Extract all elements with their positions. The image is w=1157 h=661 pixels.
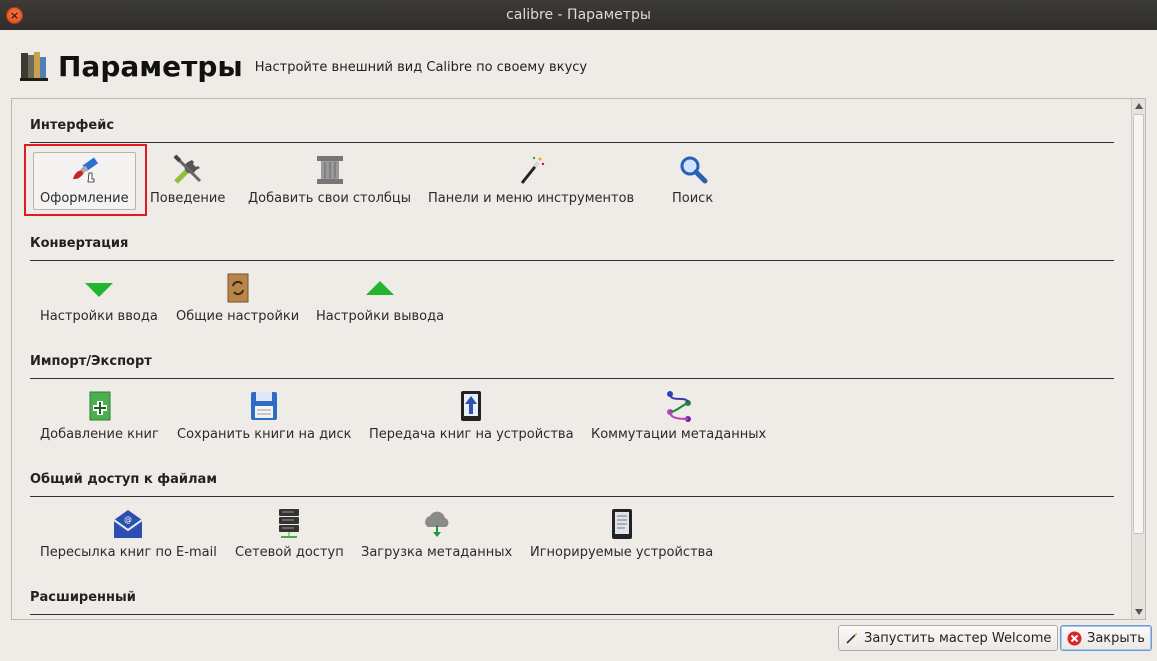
page-header: Параметры Настройте внешний вид Calibre …	[18, 46, 587, 86]
pref-label: Настройки вывода	[316, 309, 445, 324]
save-disk-icon	[251, 392, 278, 420]
scroll-up-arrow-icon[interactable]	[1135, 103, 1143, 109]
pref-label: Сетевой доступ	[235, 545, 344, 560]
pref-label: Поиск	[672, 191, 714, 206]
pref-label: Поведение	[150, 191, 226, 206]
close-label: Закрыть	[1087, 630, 1145, 646]
wand-icon	[846, 633, 857, 644]
section-conversion: Конвертация Настройки ввода Общие настро…	[30, 236, 1114, 351]
section-title: Расширенный	[30, 590, 136, 605]
section-title: Импорт/Экспорт	[30, 354, 152, 369]
tools-icon	[173, 154, 201, 184]
welcome-wizard-button[interactable]: Запустить мастер Welcome	[838, 625, 1059, 651]
page-subtitle: Настройте внешний вид Calibre по своему …	[254, 59, 588, 75]
pref-sending-to-device[interactable]: Передача книг на устройства	[369, 389, 574, 449]
window-title: calibre - Параметры	[506, 7, 651, 23]
pref-behavior[interactable]: Поведение	[150, 153, 225, 213]
pref-label: Панели и меню инструментов	[428, 191, 635, 206]
close-button[interactable]: Закрыть	[1060, 625, 1152, 651]
arrow-up-icon	[366, 281, 395, 295]
window-titlebar: × calibre - Параметры	[0, 0, 1157, 30]
page-title: Параметры	[58, 49, 243, 83]
section-sharing: Общий доступ к файлам @ Пересылка книг п…	[30, 472, 1114, 587]
server-icon	[279, 509, 300, 538]
pref-label: Загрузка метаданных	[361, 545, 513, 560]
reader-device-icon	[611, 509, 632, 539]
pref-search[interactable]: Поиск	[672, 153, 713, 213]
pref-ignored-devices[interactable]: Игнорируемые устройства	[530, 507, 713, 567]
wand-icon	[520, 156, 545, 184]
pref-label: Добавить свои столбцы	[248, 191, 412, 206]
pref-adding-books[interactable]: Добавление книг	[40, 389, 159, 449]
device-upload-icon	[461, 391, 482, 421]
section-divider	[30, 614, 1114, 615]
pref-label: Пересылка книг по E-mail	[40, 545, 217, 560]
preferences-panel: Интерфейс Оформление Поведение Добавить …	[11, 98, 1146, 620]
welcome-wizard-label: Запустить мастер Welcome	[864, 630, 1052, 646]
pref-custom-columns[interactable]: Добавить свои столбцы	[248, 153, 411, 213]
pref-label: Игнорируемые устройства	[530, 545, 714, 560]
scroll-down-arrow-icon[interactable]	[1135, 609, 1143, 615]
convert-book-icon	[227, 273, 249, 303]
column-icon	[316, 156, 343, 184]
pref-toolbars[interactable]: Панели и меню инструментов	[428, 153, 634, 213]
plugboard-icon	[666, 391, 691, 422]
pref-label: Коммутации метаданных	[591, 427, 767, 442]
svg-text:@: @	[124, 515, 132, 524]
pref-label: Добавление книг	[40, 427, 159, 442]
section-title: Общий доступ к файлам	[30, 472, 217, 487]
selection-highlight-box	[24, 144, 147, 216]
section-title: Интерфейс	[30, 118, 115, 133]
pref-label: Передача книг на устройства	[369, 427, 574, 442]
section-import-export: Импорт/Экспорт Добавление книг Сохранить…	[30, 354, 1114, 469]
pref-email[interactable]: @ Пересылка книг по E-mail	[40, 507, 217, 567]
pref-label: Общие настройки	[176, 309, 300, 324]
pref-metadata-download[interactable]: Загрузка метаданных	[361, 507, 512, 567]
mail-icon: @	[113, 510, 143, 538]
arrow-down-icon	[84, 283, 113, 297]
section-title: Конвертация	[30, 236, 129, 251]
pref-label: Сохранить книги на диск	[177, 427, 352, 442]
pref-metadata-plugboards[interactable]: Коммутации метаданных	[591, 389, 766, 449]
cloud-download-icon	[424, 511, 448, 537]
add-book-icon	[89, 391, 111, 421]
scrollbar-thumb[interactable]	[1133, 114, 1144, 534]
pref-input-options[interactable]: Настройки ввода	[40, 271, 158, 331]
pref-save-to-disk[interactable]: Сохранить книги на диск	[177, 389, 352, 449]
pref-server[interactable]: Сетевой доступ	[235, 507, 344, 567]
window-close-button[interactable]: ×	[6, 7, 23, 24]
search-icon	[680, 156, 708, 184]
pref-common-options[interactable]: Общие настройки	[176, 271, 299, 331]
close-icon	[1067, 631, 1082, 645]
pref-label: Настройки ввода	[40, 309, 158, 324]
calibre-logo-icon	[20, 52, 48, 81]
section-advanced: Расширенный	[30, 590, 1114, 615]
vertical-scrollbar[interactable]	[1131, 99, 1145, 619]
pref-output-options[interactable]: Настройки вывода	[316, 271, 444, 331]
section-interface: Интерфейс Оформление Поведение Добавить …	[30, 118, 1114, 233]
